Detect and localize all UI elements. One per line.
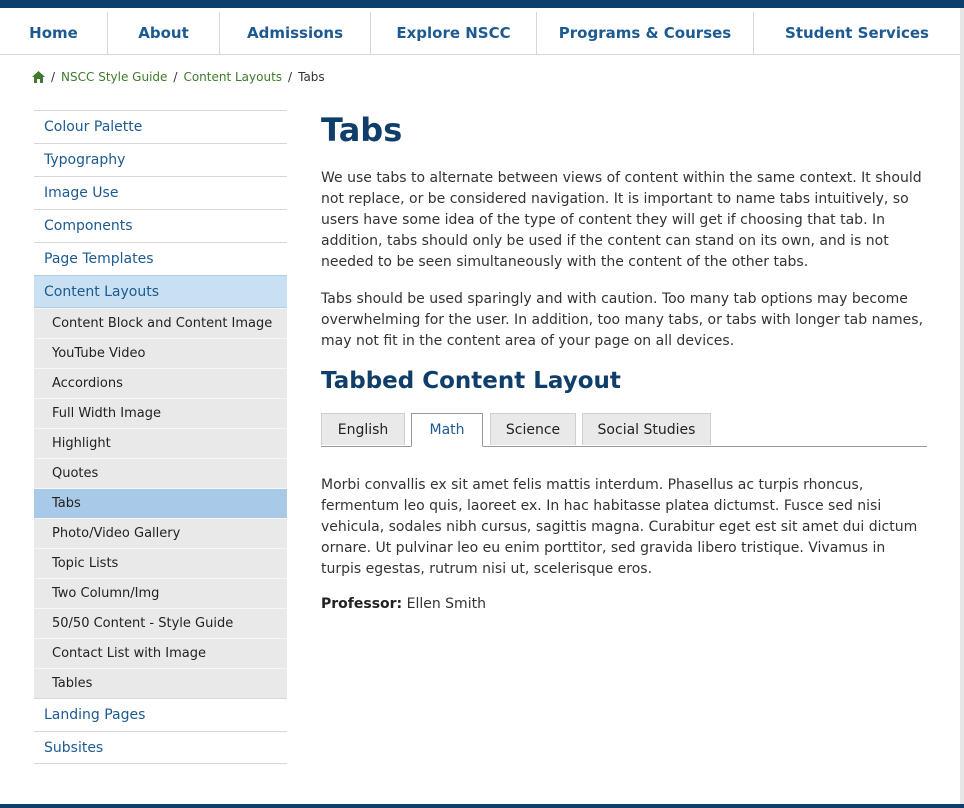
home-icon[interactable] — [32, 71, 45, 83]
sidebar-item-typography[interactable]: Typography — [34, 143, 287, 176]
bottom-brand-bar — [0, 804, 964, 808]
breadcrumb-separator: / — [173, 70, 178, 84]
sidebar-item-landing-pages[interactable]: Landing Pages — [34, 698, 287, 731]
tab-math[interactable]: Math — [411, 413, 483, 447]
top-brand-bar — [0, 0, 964, 8]
section-heading: Tabbed Content Layout — [321, 368, 621, 394]
caution-paragraph: Tabs should be used sparingly and with c… — [321, 291, 924, 349]
tab-panel-text: Morbi convallis ex sit amet felis mattis… — [321, 477, 918, 577]
tab-science[interactable]: Science — [490, 413, 576, 445]
nav-admissions[interactable]: Admissions — [220, 12, 371, 54]
professor-name: Ellen Smith — [406, 596, 486, 612]
nav-home[interactable]: Home — [0, 12, 108, 54]
breadcrumb-separator: / — [288, 70, 293, 84]
breadcrumb: / NSCC Style Guide / Content Layouts / T… — [32, 70, 325, 84]
professor-line: Professor: Ellen Smith — [321, 596, 486, 612]
nav-programs-courses[interactable]: Programs & Courses — [537, 12, 754, 54]
nav-explore-nscc[interactable]: Explore NSCC — [371, 12, 537, 54]
sidebar-subitem-contact-list[interactable]: Contact List with Image — [34, 638, 287, 668]
sidebar-subitem-highlight[interactable]: Highlight — [34, 428, 287, 458]
nav-about[interactable]: About — [108, 12, 220, 54]
tab-social-studies[interactable]: Social Studies — [582, 413, 711, 445]
main-navigation: Home About Admissions Explore NSCC Progr… — [0, 12, 960, 55]
sidebar-subitem-photo-video-gallery[interactable]: Photo/Video Gallery — [34, 518, 287, 548]
sidebar-subitem-accordions[interactable]: Accordions — [34, 368, 287, 398]
breadcrumb-current: Tabs — [298, 70, 325, 84]
sidebar-subitem-content-block[interactable]: Content Block and Content Image — [34, 308, 287, 338]
main-content: Tabs We use tabs to alternate between vi… — [321, 110, 927, 612]
sidebar-item-colour-palette[interactable]: Colour Palette — [34, 110, 287, 143]
breadcrumb-content-layouts[interactable]: Content Layouts — [183, 70, 282, 84]
breadcrumb-separator: / — [51, 70, 56, 84]
tab-bar: English Math Science Social Studies — [321, 413, 927, 447]
scrollbar[interactable] — [960, 8, 964, 808]
sidebar-nav: Colour Palette Typography Image Use Comp… — [34, 110, 287, 764]
sidebar-item-image-use[interactable]: Image Use — [34, 176, 287, 209]
tab-english[interactable]: English — [321, 413, 405, 445]
breadcrumb-style-guide[interactable]: NSCC Style Guide — [61, 70, 167, 84]
sidebar-subitem-full-width-image[interactable]: Full Width Image — [34, 398, 287, 428]
sidebar-subitem-tables[interactable]: Tables — [34, 668, 287, 698]
professor-label: Professor: — [321, 596, 403, 612]
sidebar-subitem-tabs[interactable]: Tabs — [34, 488, 287, 518]
sidebar-subitem-topic-lists[interactable]: Topic Lists — [34, 548, 287, 578]
sidebar-subitem-quotes[interactable]: Quotes — [34, 458, 287, 488]
intro-paragraph: We use tabs to alternate between views o… — [321, 170, 922, 270]
sidebar-subitem-two-column-img[interactable]: Two Column/Img — [34, 578, 287, 608]
sidebar-item-page-templates[interactable]: Page Templates — [34, 242, 287, 275]
page-title: Tabs — [321, 111, 403, 149]
sidebar-subitem-youtube-video[interactable]: YouTube Video — [34, 338, 287, 368]
sidebar-item-content-layouts[interactable]: Content Layouts — [34, 275, 287, 308]
sidebar-item-components[interactable]: Components — [34, 209, 287, 242]
sidebar-subitem-5050-content[interactable]: 50/50 Content - Style Guide — [34, 608, 287, 638]
sidebar-item-subsites[interactable]: Subsites — [34, 731, 287, 764]
nav-student-services[interactable]: Student Services — [754, 12, 960, 54]
